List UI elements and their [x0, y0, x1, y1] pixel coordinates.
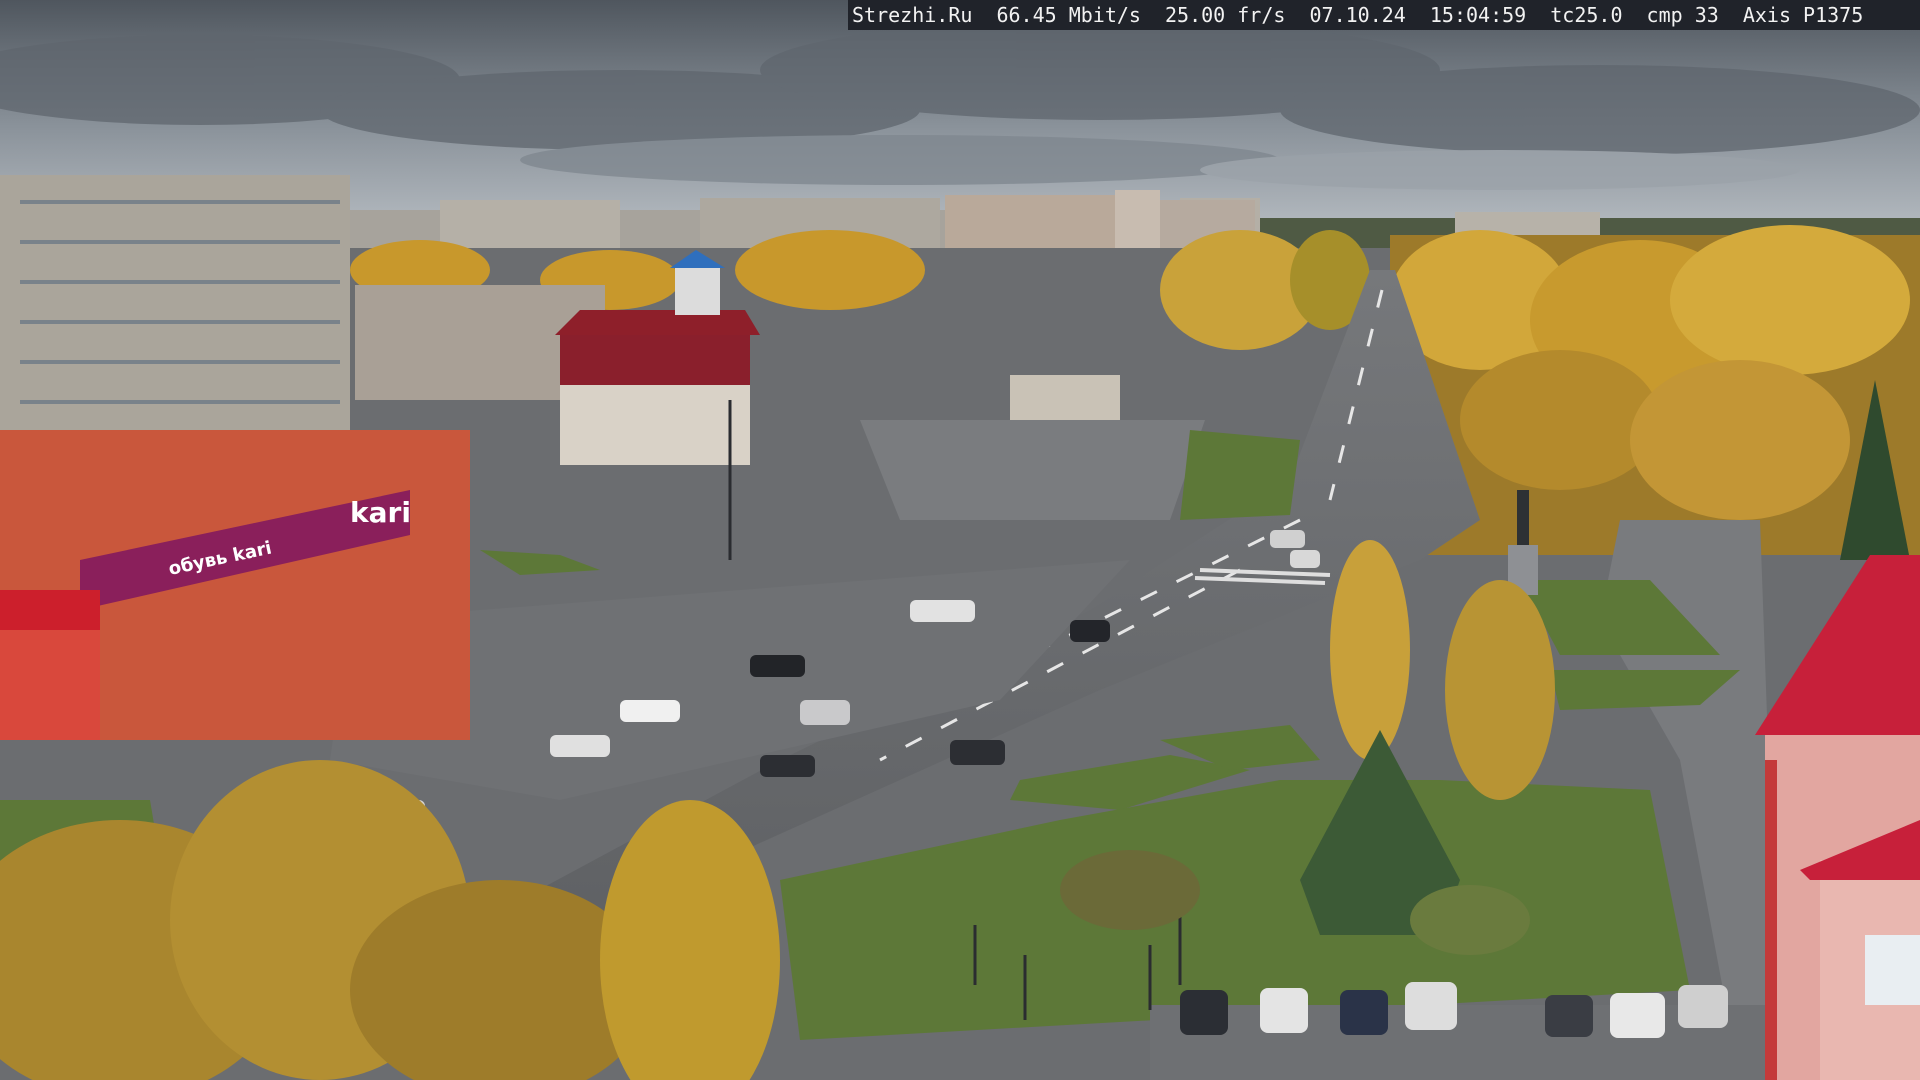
camera-overlay-bar: Strezhi.Ru 66.45 Mbit/s 25.00 fr/s 07.10…	[848, 0, 1920, 30]
framerate: 25.00 fr/s	[1165, 3, 1286, 27]
store-logo: kari	[350, 496, 411, 529]
camera-model: Axis P1375	[1742, 3, 1864, 27]
bitrate: 66.45 Mbit/s	[996, 3, 1141, 27]
timecode: tc25.0	[1550, 3, 1623, 27]
street-scene: kari обувь kari	[0, 0, 1920, 1080]
parking-plaza	[860, 420, 1205, 520]
compression: cmp 33	[1646, 3, 1719, 27]
time: 15:04:59	[1429, 3, 1527, 27]
date: 07.10.24	[1309, 3, 1406, 27]
site-name: Strezhi.Ru	[852, 3, 973, 27]
low-building	[1010, 375, 1120, 420]
store-building	[0, 430, 470, 740]
webcam-frame: kari обувь kari Strezhi.Ru 66.45 Mbit/s …	[0, 0, 1920, 1080]
front-parking	[1150, 1005, 1770, 1080]
